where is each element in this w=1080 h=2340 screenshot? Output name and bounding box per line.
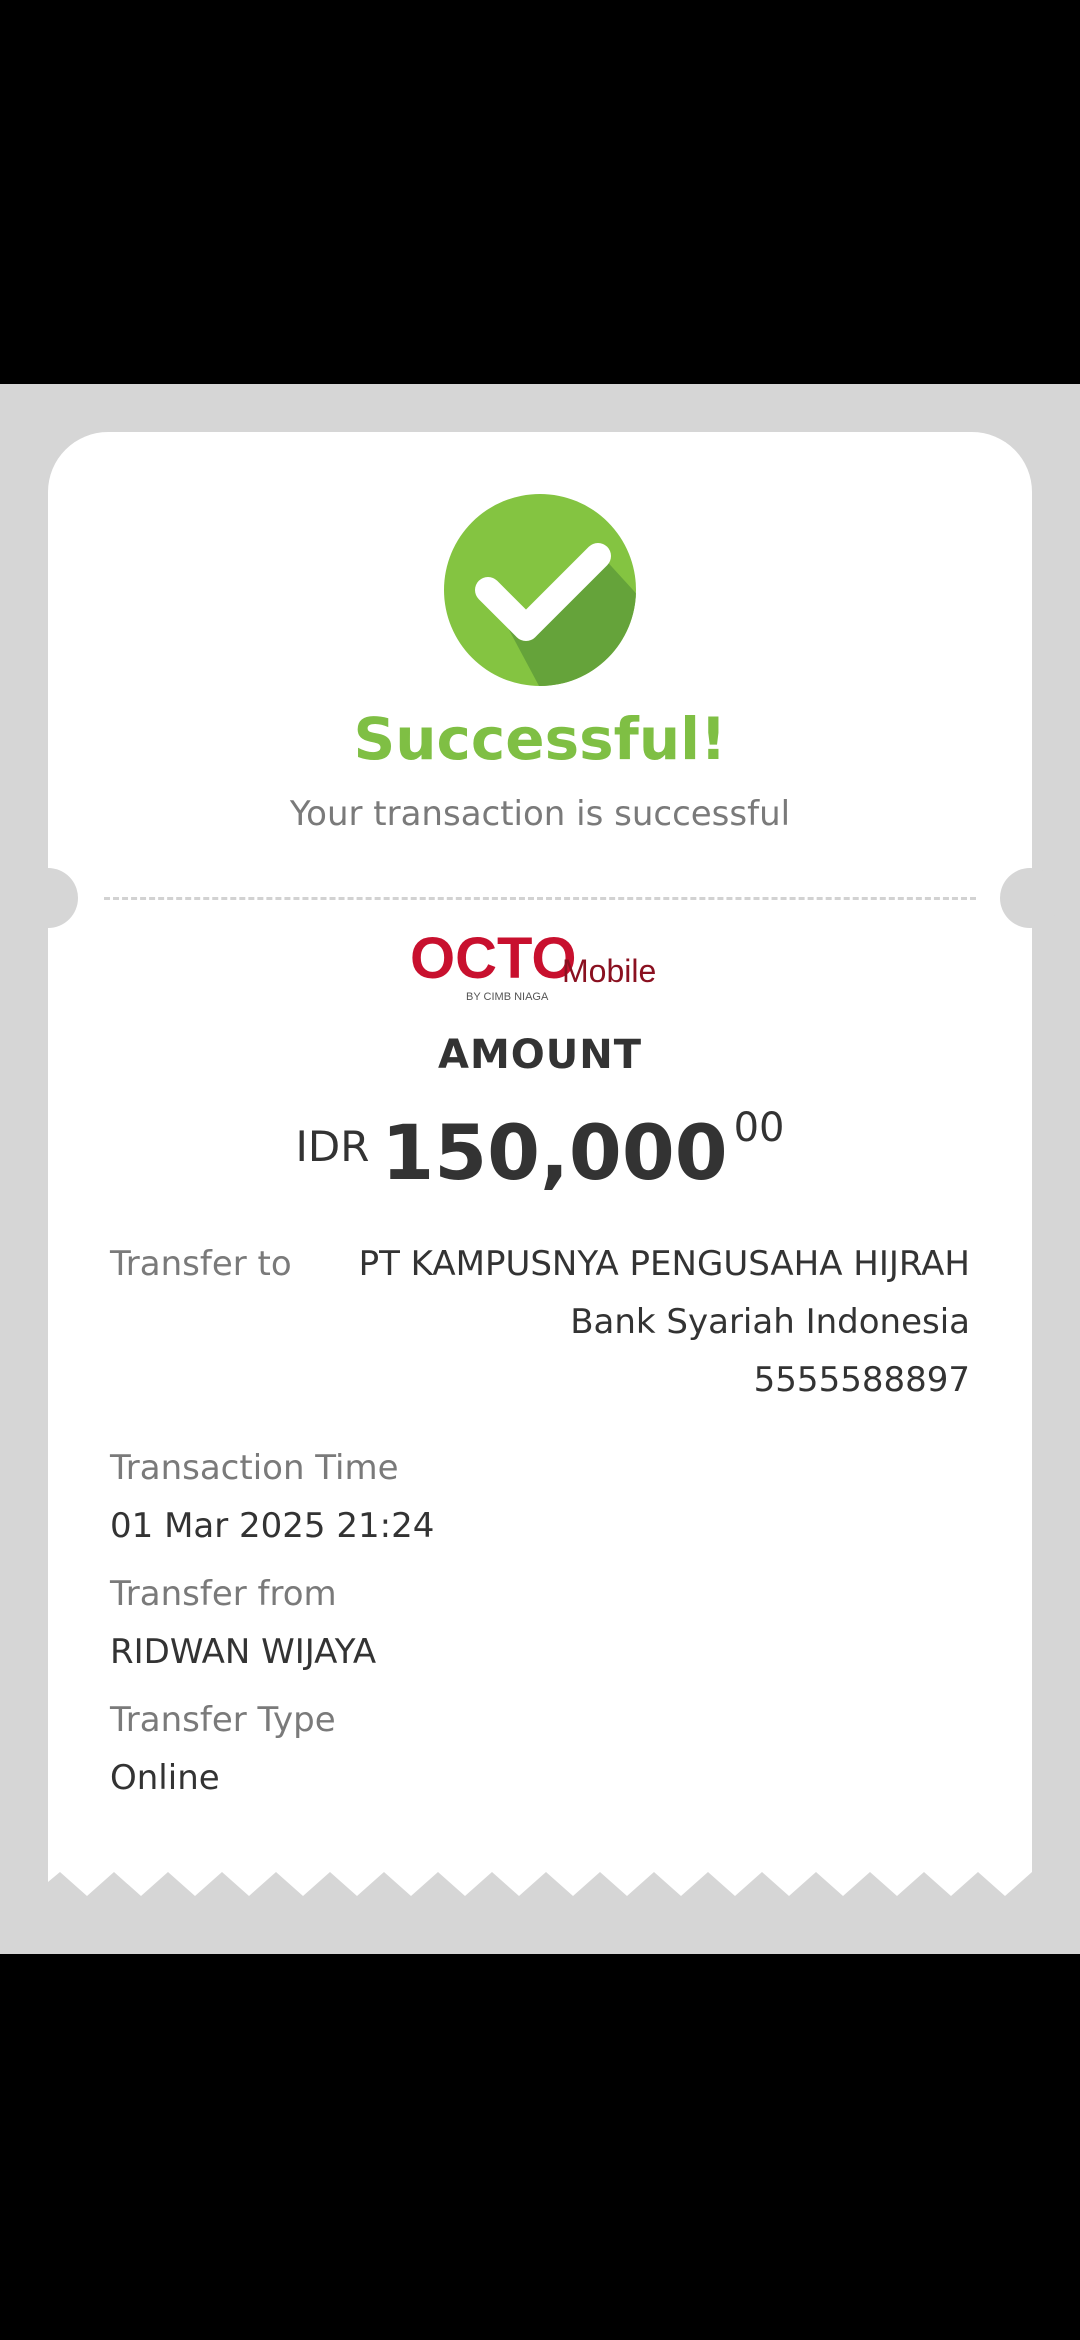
amount-currency: IDR: [295, 1122, 370, 1171]
receipt-zigzag-edge: [48, 1870, 1032, 1896]
transaction-time-value: 01 Mar 2025 21:24: [110, 1506, 435, 1546]
amount-label: AMOUNT: [437, 1032, 642, 1078]
receipt-divider: [104, 897, 976, 900]
amount-value: IDR 150,000 00: [0, 1105, 1080, 1197]
octo-mobile-logo: OCTO Mobile BY CIMB NIAGA: [410, 930, 656, 1003]
check-circle-icon: [444, 494, 636, 686]
transaction-time-label: Transaction Time: [110, 1448, 399, 1488]
logo-main-text: OCTO: [410, 930, 577, 991]
success-subtitle: Your transaction is successful: [289, 794, 791, 834]
receipt-notch-right: [1000, 868, 1060, 928]
amount-decimal: 00: [733, 1105, 785, 1151]
receipt-notch-left: [18, 868, 78, 928]
transfer-to-label: Transfer to: [110, 1244, 292, 1284]
transfer-from-value: RIDWAN WIJAYA: [110, 1632, 377, 1672]
transfer-type-value: Online: [110, 1758, 220, 1798]
transfer-to-name: PT KAMPUSNYA PENGUSAHA HIJRAH: [358, 1244, 970, 1284]
logo-tagline-text: BY CIMB NIAGA: [466, 991, 549, 1003]
transfer-from-label: Transfer from: [110, 1574, 337, 1614]
transfer-to-account: 5555588897: [753, 1360, 970, 1400]
transfer-type-label: Transfer Type: [110, 1700, 336, 1740]
transfer-to-bank: Bank Syariah Indonesia: [570, 1302, 970, 1342]
success-title: Successful!: [353, 705, 727, 773]
amount-whole: 150,000: [381, 1108, 728, 1197]
logo-suffix-text: Mobile: [562, 953, 656, 989]
